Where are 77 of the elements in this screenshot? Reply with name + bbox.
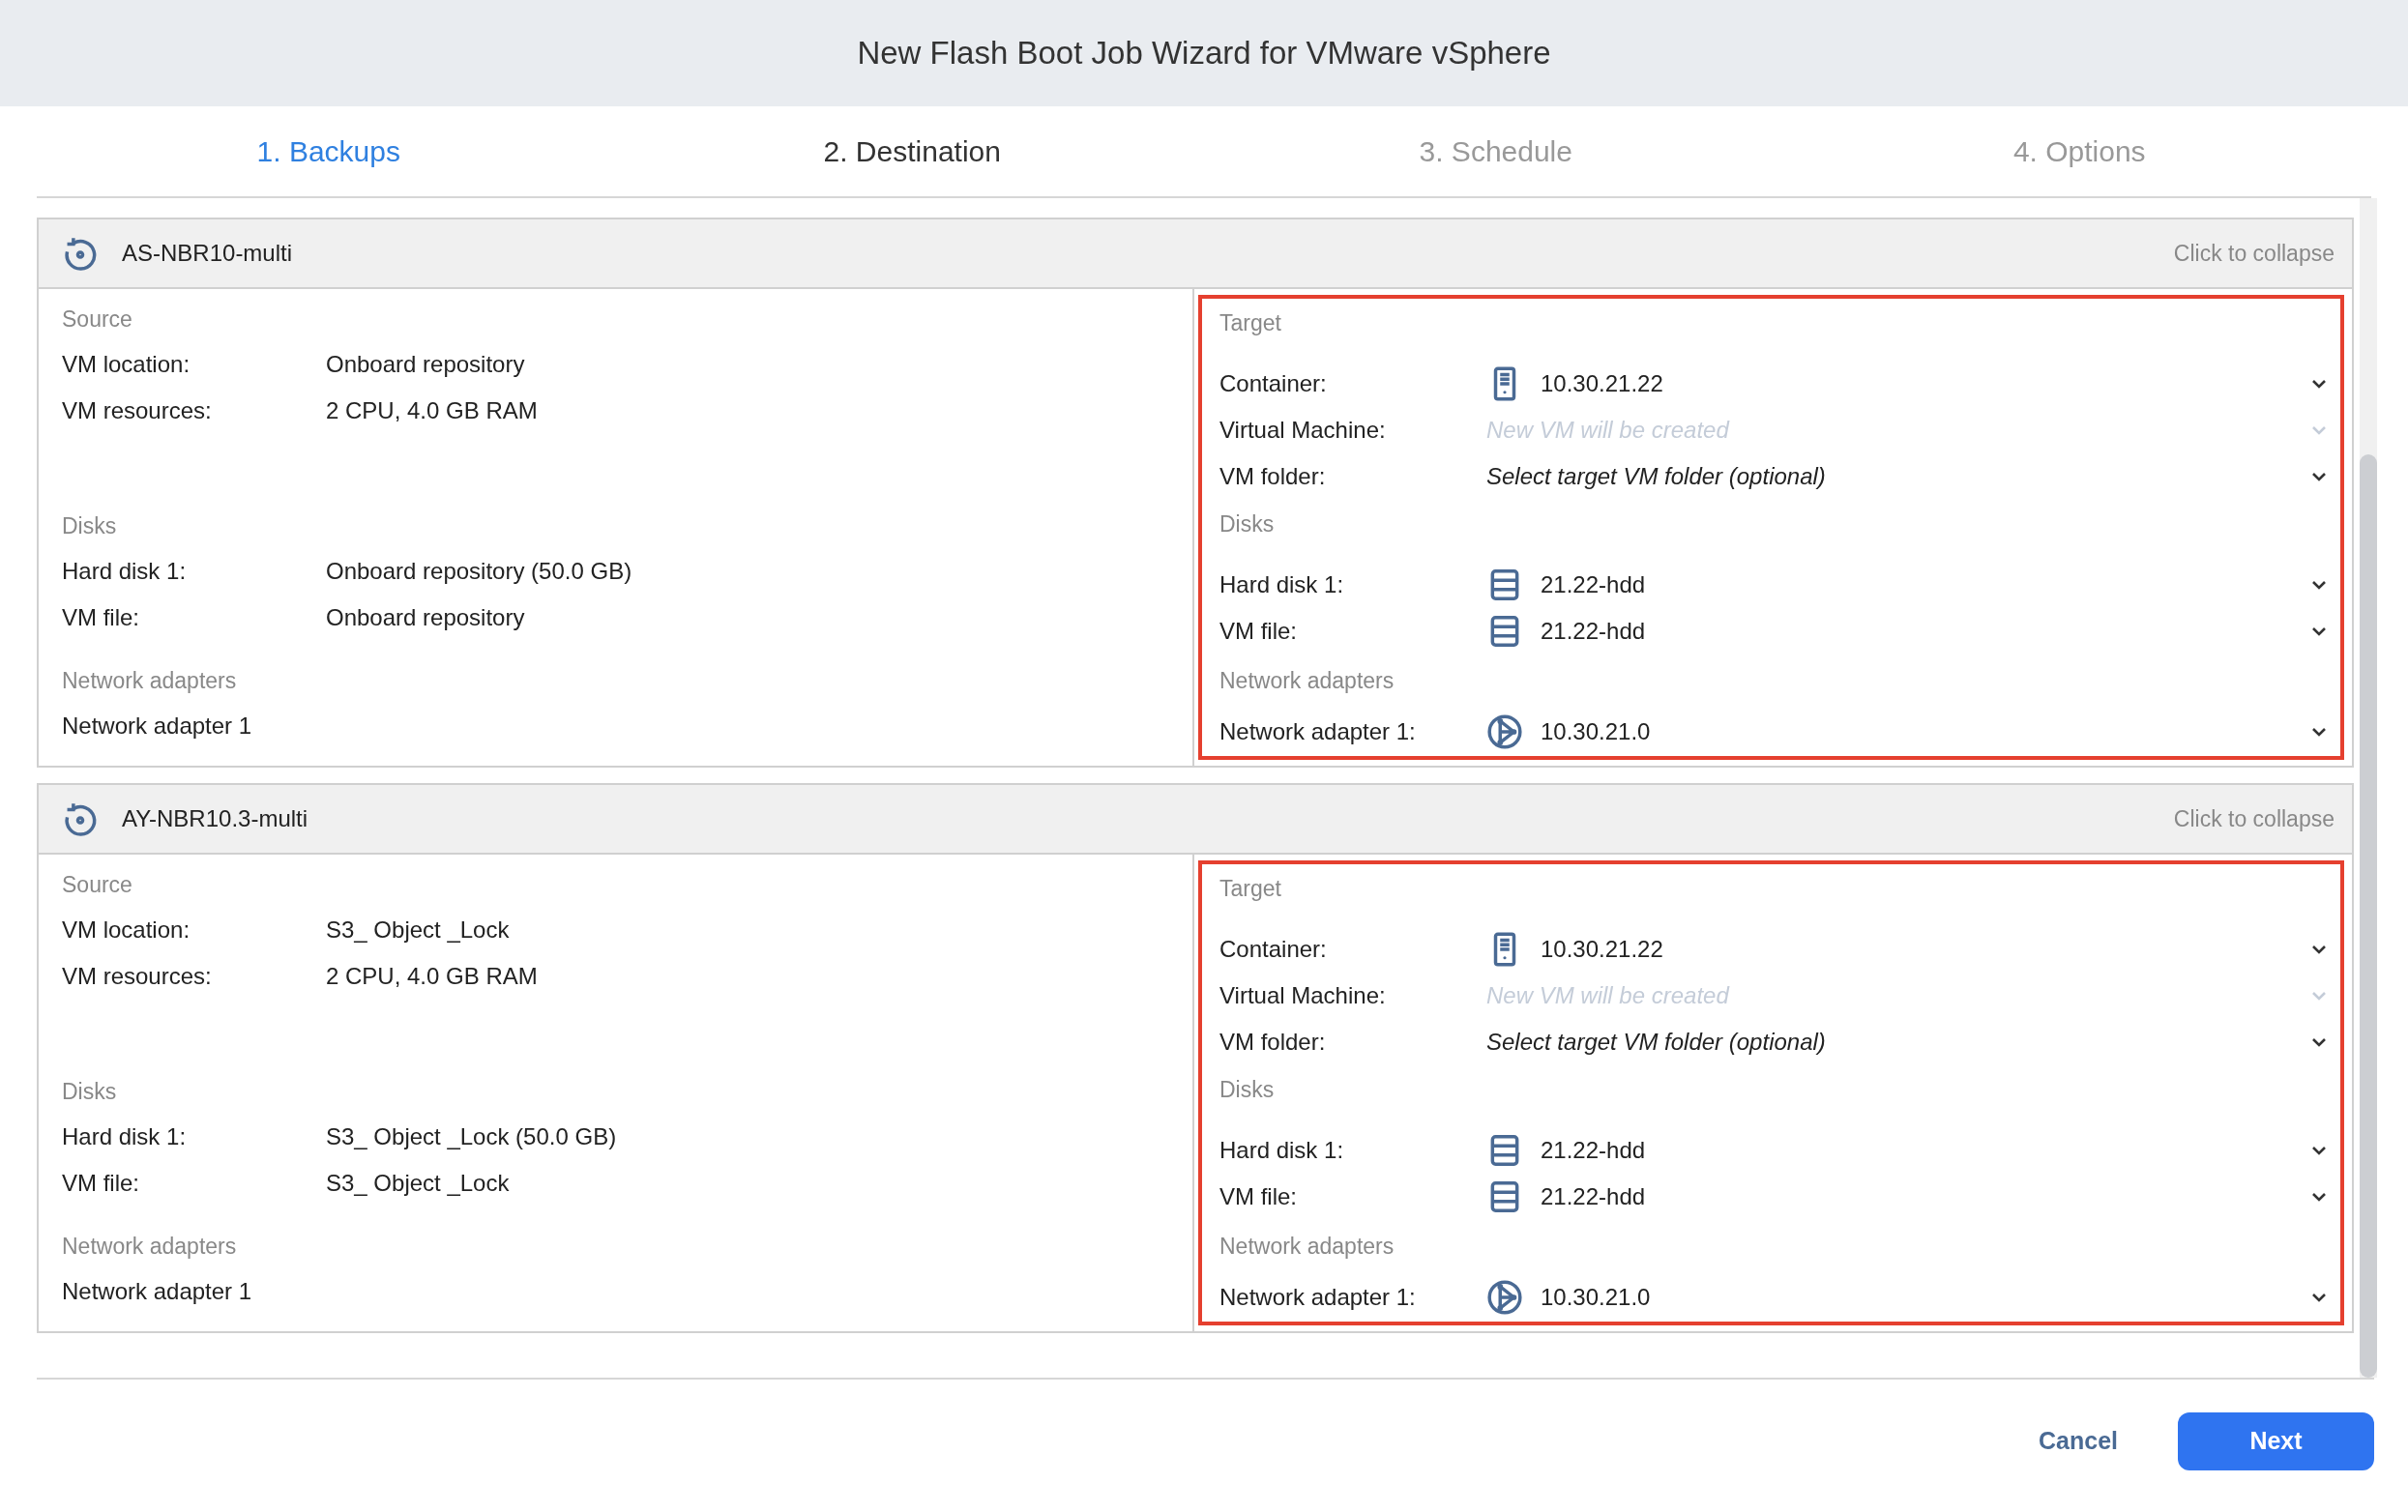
section-heading: Source (62, 305, 133, 334)
backup-name: AY-NBR10.3-multi (122, 804, 309, 833)
chevron-down-icon (2311, 626, 2327, 636)
field-value: S3_ Object _Lock (326, 916, 510, 945)
chevron-down-icon (2311, 991, 2327, 1001)
field-label: Virtual Machine: (1219, 981, 1387, 1010)
wizard-step-tab[interactable]: 2. Destination (620, 106, 1204, 196)
section-heading: Target (1219, 309, 1282, 337)
section-heading: Disks (1219, 1076, 1276, 1104)
network-icon (1486, 1279, 1523, 1316)
chevron-down-icon (2311, 945, 2327, 954)
scrollbar[interactable] (2360, 198, 2377, 1378)
section-heading: Network adapters (1219, 1233, 1395, 1261)
field-label: VM location: (62, 916, 191, 945)
field-label: Network adapter 1: (1219, 1283, 1417, 1312)
dropdown[interactable]: Select target VM folder (optional) (1486, 459, 2327, 494)
section-heading: Target (1219, 875, 1282, 903)
dropdown[interactable]: Select target VM folder (optional) (1486, 1025, 2327, 1060)
network-icon (1486, 713, 1523, 750)
field-label: Container: (1219, 369, 1328, 398)
dropdown[interactable]: 21.22-hdd (1486, 1132, 2327, 1169)
backup-name: AS-NBR10-multi (122, 239, 294, 268)
chevron-down-icon (2311, 1192, 2327, 1202)
chevron-down-icon (2311, 472, 2327, 481)
chevron-down-icon (2311, 1037, 2327, 1047)
field-value: 2 CPU, 4.0 GB RAM (326, 396, 538, 425)
field-label: Network adapter 1 (62, 1277, 253, 1306)
field-label: VM file: (1219, 1182, 1298, 1211)
dropdown[interactable]: 10.30.21.22 (1486, 931, 2327, 968)
dropdown[interactable]: 21.22-hdd (1486, 1178, 2327, 1215)
field-label: VM file: (1219, 617, 1298, 646)
chevron-down-icon (2311, 727, 2327, 737)
next-button[interactable]: Next (2178, 1412, 2374, 1470)
field-label: Hard disk 1: (62, 557, 188, 586)
section-heading: Network adapters (62, 667, 238, 695)
chevron-down-icon (2311, 580, 2327, 590)
section-heading: Network adapters (1219, 667, 1395, 695)
chevron-down-icon (2311, 379, 2327, 389)
field-label: Container: (1219, 935, 1328, 964)
section-heading: Network adapters (62, 1233, 238, 1261)
field-value: Onboard repository (50.0 GB) (326, 557, 632, 586)
section-heading: Disks (62, 512, 118, 540)
field-label: Hard disk 1: (62, 1122, 188, 1151)
restore-icon (62, 235, 99, 272)
field-label: Hard disk 1: (1219, 1136, 1345, 1165)
wizard-step-tab[interactable]: 1. Backups (37, 106, 621, 196)
chevron-down-icon (2311, 1293, 2327, 1302)
restore-icon (62, 800, 99, 837)
field-label: VM file: (62, 603, 140, 632)
chevron-down-icon (2311, 425, 2327, 435)
field-label: VM resources: (62, 396, 213, 425)
section-heading: Disks (62, 1078, 118, 1106)
dropdown[interactable]: 21.22-hdd (1486, 613, 2327, 650)
field-value: S3_ Object _Lock (50.0 GB) (326, 1122, 617, 1151)
cancel-button[interactable]: Cancel (2039, 1423, 2118, 1460)
dropdown[interactable]: 10.30.21.0 (1486, 1279, 2327, 1316)
section-heading: Disks (1219, 510, 1276, 538)
field-value: Onboard repository (326, 350, 525, 379)
dropdown[interactable]: 21.22-hdd (1486, 567, 2327, 603)
chevron-down-icon (2311, 1146, 2327, 1155)
field-value: S3_ Object _Lock (326, 1169, 510, 1198)
field-label: VM resources: (62, 962, 213, 991)
field-label: VM folder: (1219, 1028, 1327, 1057)
field-label: Hard disk 1: (1219, 570, 1345, 599)
field-label: Virtual Machine: (1219, 416, 1387, 445)
dropdown[interactable]: 10.30.21.22 (1486, 365, 2327, 402)
field-label: VM folder: (1219, 462, 1327, 491)
dropdown[interactable]: 10.30.21.0 (1486, 713, 2327, 750)
field-label: Network adapter 1 (62, 712, 253, 741)
scrollbar-thumb[interactable] (2360, 454, 2377, 1378)
field-label: Network adapter 1: (1219, 717, 1417, 746)
field-value: Onboard repository (326, 603, 525, 632)
section-heading: Source (62, 871, 133, 899)
field-label: VM file: (62, 1169, 140, 1198)
field-label: VM location: (62, 350, 191, 379)
field-value: 2 CPU, 4.0 GB RAM (326, 962, 538, 991)
dialog-title: New Flash Boot Job Wizard for VMware vSphere (0, 0, 2408, 106)
